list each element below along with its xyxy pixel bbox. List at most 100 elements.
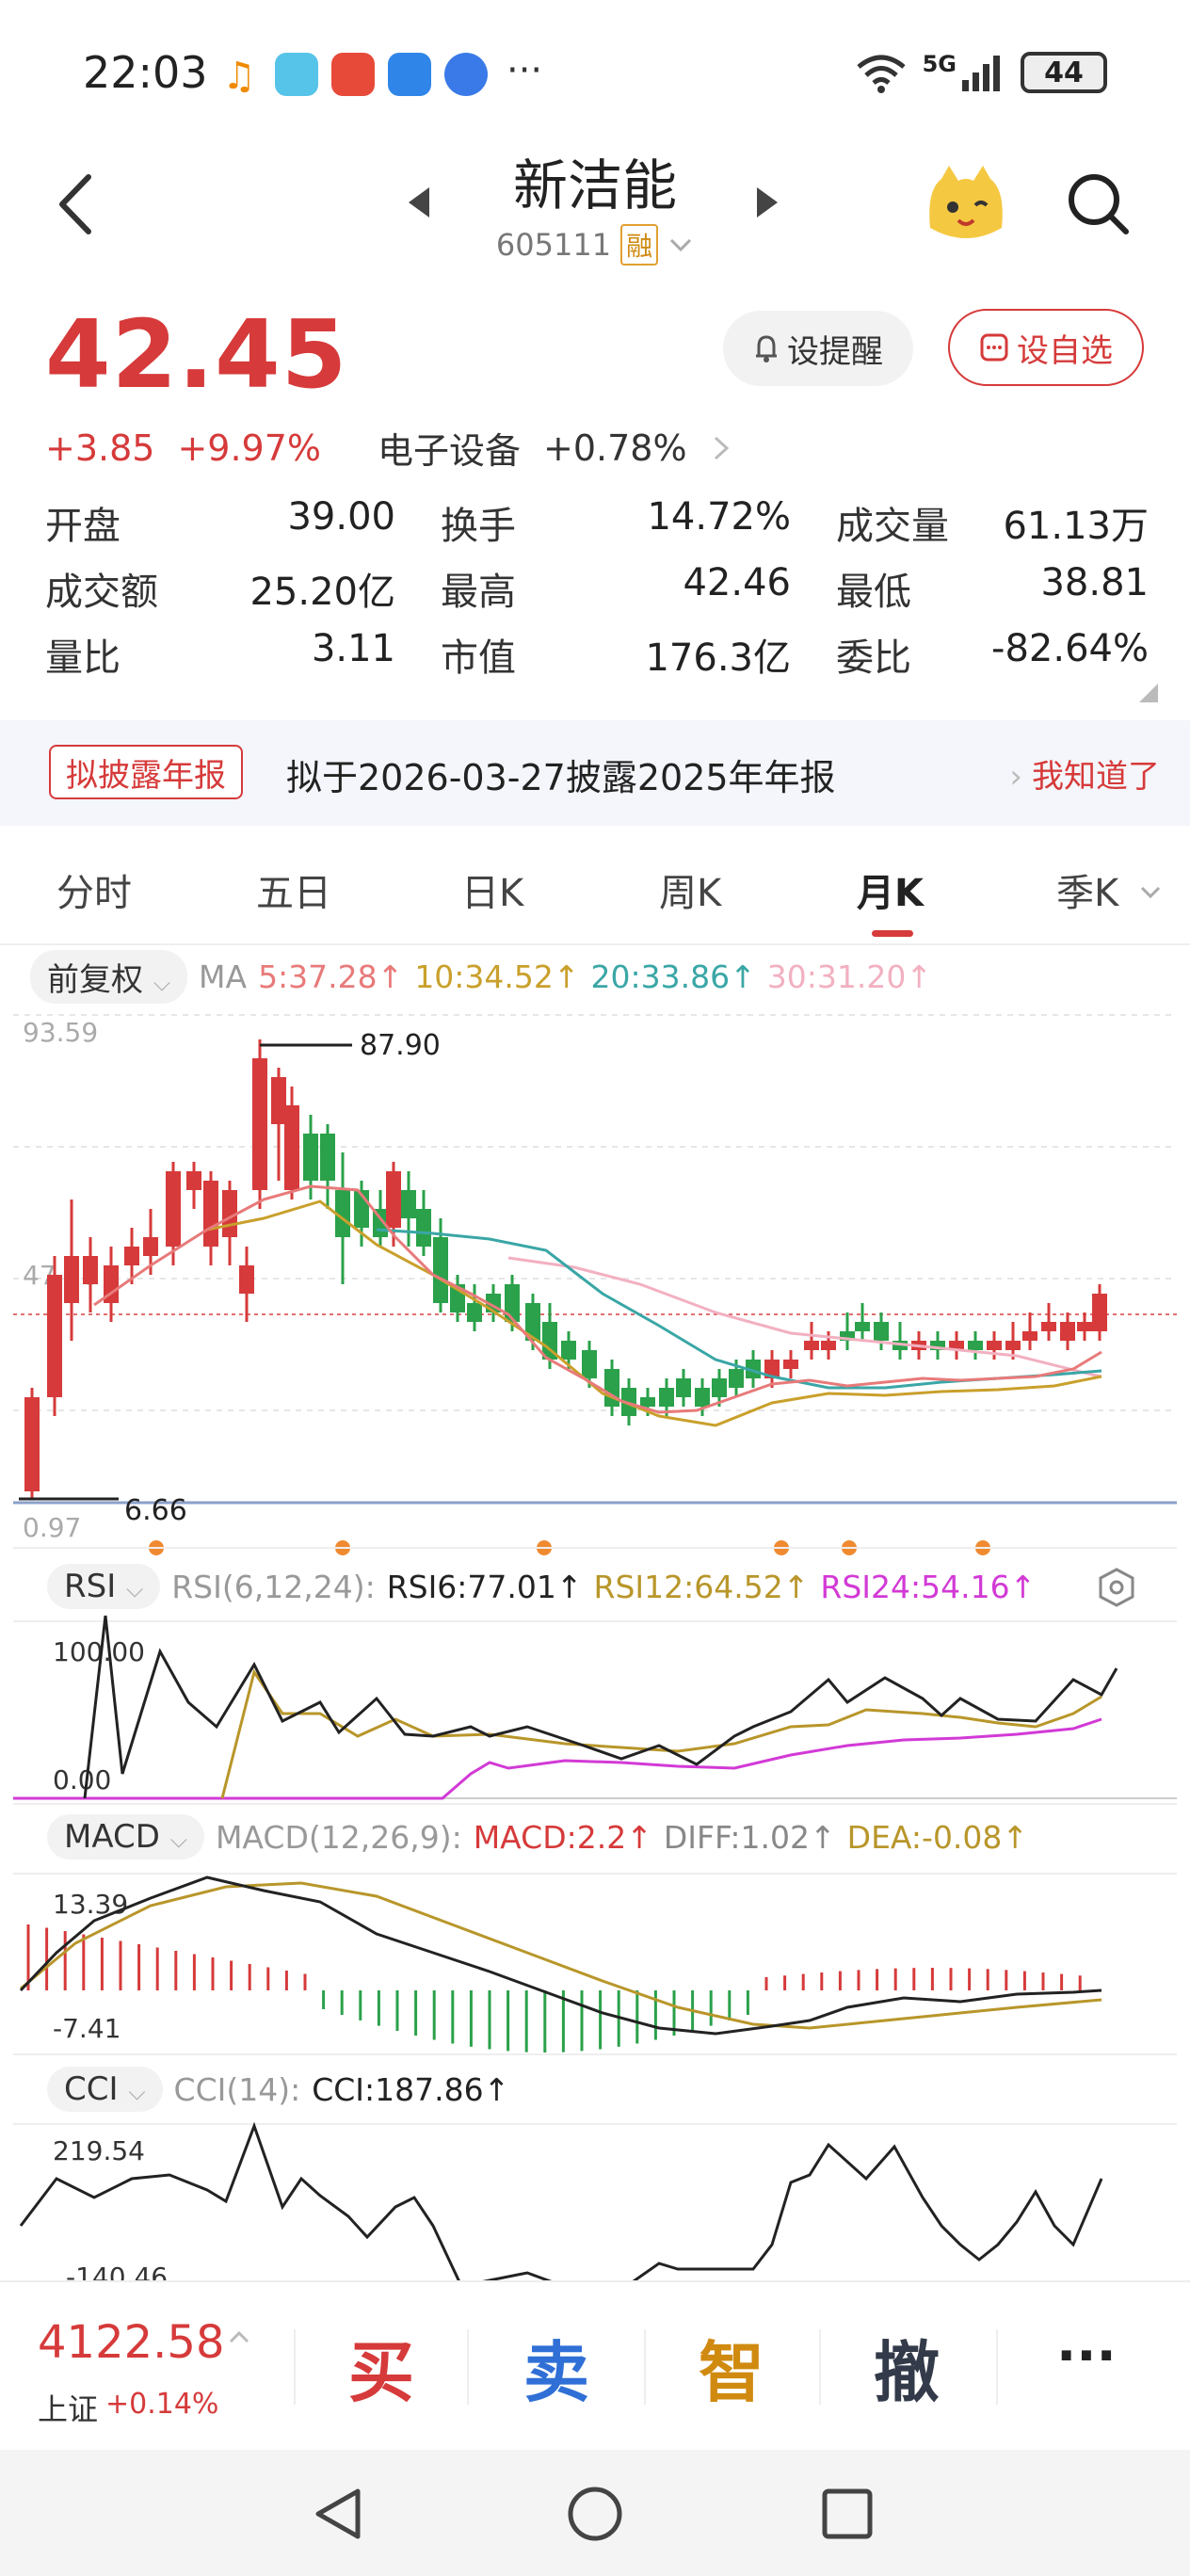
candle-body [604,1369,619,1407]
tab-monthly-k[interactable]: 月K [857,862,924,917]
chevron-up-icon[interactable] [228,2329,250,2344]
macd-params: MACD(12,26,9): [215,1818,462,1856]
cci-line [19,2121,1103,2280]
rsi24-line [13,1717,1102,1800]
candle-body [987,1341,1002,1350]
stats-row: 开盘 39.00 换手 14.72% 成交量 61.13万 [45,490,1149,555]
stat-value: 3.11 [311,627,395,670]
cci-selector[interactable]: CCI ⌵ [47,2067,163,2112]
divider [996,2329,998,2405]
more-button[interactable]: ··· [1056,2326,1117,2387]
mascot-icon[interactable] [921,162,1011,247]
index-name: 上证 [38,2391,99,2427]
stat-high: 最高 42.46 [441,561,836,616]
stat-label: 市值 [441,636,516,680]
candle-body [143,1237,158,1256]
search-icon[interactable] [1064,169,1132,237]
stat-label: 开盘 [45,505,121,548]
candle-body [386,1171,401,1228]
macd-value: MACD:2.2↑ [473,1818,652,1856]
candlesticks [24,1039,1107,1499]
candle-body [855,1322,870,1331]
rsi-selector-label: RSI [64,1568,117,1605]
candle-body [1041,1322,1056,1331]
candle-body [640,1397,655,1407]
smart-button[interactable]: 智 [699,2320,764,2415]
current-price: 42.45 [45,299,348,410]
notice-dismiss-button[interactable]: › 我知道了 [1009,750,1160,797]
set-alert-button[interactable]: 设提醒 [723,311,913,386]
add-watchlist-label: 设自选 [1017,331,1113,370]
ma20-value: 20:33.86↑ [590,958,756,995]
adjust-label: 前复权 [47,960,143,999]
margin-badge: 融 [620,224,659,266]
price-change: +3.85 [45,427,155,469]
next-stock-icon[interactable] [753,184,781,221]
stock-code-row[interactable]: 605111 融 [0,224,1190,266]
macd-selector[interactable]: MACD ⌵ [47,1814,204,1860]
candle-body [582,1350,597,1378]
trade-bar: 4122.58 上证 +0.14% 买 卖 智 撤 ··· [0,2280,1190,2450]
add-watchlist-button[interactable]: 设自选 [948,309,1144,386]
music-app-icon: ♫ [222,55,256,98]
stat-label: 委比 [836,636,911,680]
candle-body [712,1378,727,1397]
buy-button[interactable]: 买 [348,2320,414,2415]
stat-value: 42.46 [683,561,791,604]
ma-legend: 前复权 ⌵ MA 5:37.28↑ 10:34.52↑ 20:33.86↑ 30… [30,949,932,1004]
cci-header: CCI ⌵ CCI(14): CCI:187.86↑ [47,2062,509,2117]
cci-value: CCI:187.86↑ [312,2070,510,2108]
rsi-axis-bottom: 0.00 [53,1764,111,1795]
stats-row: 量比 3.11 市值 176.3亿 委比 -82.64% [45,621,1149,687]
cci-axis-bottom: -140.46 [66,2262,168,2280]
stat-value: -82.64% [991,627,1149,670]
settings-icon[interactable] [1096,1567,1137,1608]
index-value[interactable]: 4122.58 [38,2316,225,2369]
nav-home-icon[interactable] [565,2484,625,2544]
rsi6-value: RSI6:77.01↑ [386,1568,583,1605]
signal-icon [962,56,1000,91]
candle-body [783,1360,798,1369]
candle-body [186,1171,201,1190]
tab-intraday[interactable]: 分时 [56,862,132,917]
tab-quarterly-k[interactable]: 季K [1056,862,1118,917]
sell-button[interactable]: 卖 [523,2320,589,2415]
candle-body [561,1341,576,1360]
browser-app-icon [444,53,488,96]
cancel-order-button[interactable]: 撤 [874,2320,940,2415]
expand-corner-icon[interactable] [1139,684,1158,702]
macd-histogram [26,1924,1082,2053]
status-bar: 22:03 ♫ ··· 5G 44 [0,0,1190,141]
candle-body [252,1058,267,1190]
kline-axis-bottom: 0.97 [23,1512,81,1543]
macd-axis-top: 13.39 [53,1889,128,1920]
stats-row: 成交额 25.20亿 最高 42.46 最低 38.81 [45,555,1149,621]
notice-banner[interactable]: 拟披露年报 拟于2026-03-27披露2025年年报 › 我知道了 [0,720,1190,826]
stat-market-cap: 市值 176.3亿 [441,627,836,682]
tab-weekly-k[interactable]: 周K [659,862,721,917]
tab-five-day[interactable]: 五日 [256,862,331,917]
stat-label: 量比 [45,636,121,680]
chevron-right-icon[interactable] [710,432,732,464]
nav-back-icon[interactable] [311,2486,367,2542]
sector-change[interactable]: +0.78% [543,427,687,469]
status-indicators: 5G 44 [855,49,1107,96]
tab-daily-k[interactable]: 日K [461,862,523,917]
chevron-down-icon [670,238,692,252]
rsi-selector[interactable]: RSI ⌵ [47,1564,161,1609]
period-tabs: 分时 五日 日K 周K 月K 季K [0,847,1190,945]
candle-body [1092,1294,1107,1331]
watchlist-icon [980,333,1008,362]
stat-value: 39.00 [287,495,395,539]
candle-body [505,1284,520,1322]
adjust-selector[interactable]: 前复权 ⌵ [30,949,188,1004]
nav-recents-icon[interactable] [819,2486,876,2542]
sector-name[interactable]: 电子设备 [378,422,521,474]
candle-body [1077,1322,1092,1331]
stat-order-ratio: 委比 -82.64% [836,627,1149,682]
chevron-down-icon[interactable] [1139,885,1162,900]
chevron-down-icon: ⌵ [153,969,171,996]
candle-body [729,1369,744,1388]
camera-app-icon [331,53,375,96]
rsi12-line [220,1668,1102,1799]
